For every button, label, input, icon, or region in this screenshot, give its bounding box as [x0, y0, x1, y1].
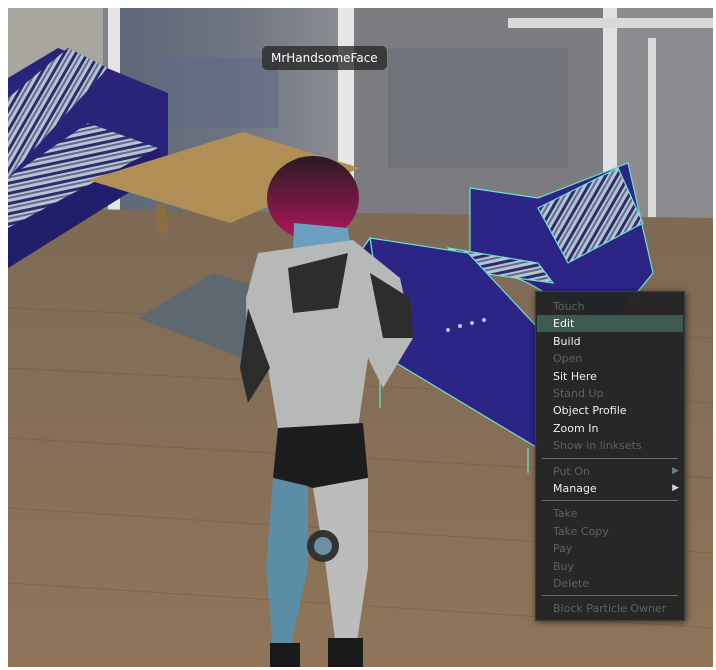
menu-item-label: Stand Up	[553, 387, 604, 400]
menu-item-show-in-linksets[interactable]: Show in linksets	[537, 437, 683, 454]
submenu-arrow-icon: ▶	[672, 483, 679, 493]
menu-item-label: Edit	[553, 317, 575, 331]
menu-item-object-profile[interactable]: Object Profile	[537, 402, 683, 419]
menu-item-pay[interactable]: Pay	[537, 540, 683, 557]
menu-item-delete[interactable]: Delete	[537, 575, 683, 592]
menu-item-label: Block Particle Owner	[553, 602, 667, 616]
menu-separator	[542, 500, 678, 502]
menu-item-label: Build	[553, 334, 581, 348]
menu-item-manage[interactable]: Manage ▶	[537, 480, 683, 497]
object-context-menu[interactable]: Touch Edit Build Open Sit Here Stand Up Object…	[535, 291, 685, 621]
menu-separator	[542, 595, 678, 597]
menu-item-take-copy[interactable]: Take Copy	[537, 523, 683, 540]
menu-item-label: Buy	[553, 559, 575, 573]
menu-item-edit[interactable]: Edit	[537, 315, 683, 333]
menu-item-touch[interactable]: Touch	[537, 298, 683, 315]
menu-separator	[542, 457, 678, 459]
menu-item-block-particle-owner[interactable]: Block Particle Owner	[537, 600, 683, 617]
menu-item-label: Object Profile	[553, 404, 627, 418]
menu-item-label: Open	[553, 352, 583, 366]
menu-item-sit-here[interactable]: Sit Here	[537, 368, 683, 385]
menu-item-put-on[interactable]: Put On ▶	[537, 463, 683, 480]
menu-item-take[interactable]: Take	[537, 505, 683, 522]
menu-item-zoom-in[interactable]: Zoom In	[537, 420, 683, 437]
menu-item-label: Manage	[553, 482, 597, 495]
avatar-name-tag: MrHandsomeFace	[262, 46, 387, 70]
submenu-arrow-icon: ▶	[672, 465, 679, 476]
menu-item-label: Sit Here	[553, 369, 597, 383]
menu-item-buy[interactable]: Buy	[537, 558, 683, 575]
menu-item-label: Take Copy	[553, 524, 609, 538]
menu-item-label: Take	[553, 507, 578, 521]
menu-item-open[interactable]: Open	[537, 350, 683, 367]
3d-viewport[interactable]: MrHandsomeFace Touch Edit Build Open Sit Her…	[8, 8, 713, 667]
menu-item-label: Delete	[553, 577, 590, 590]
menu-item-stand-up[interactable]: Stand Up	[537, 385, 683, 402]
menu-item-build[interactable]: Build	[537, 333, 683, 350]
menu-item-label: Pay	[553, 542, 573, 556]
menu-item-label: Show in linksets	[553, 439, 642, 453]
menu-item-label: Put On	[553, 464, 590, 478]
menu-item-label: Zoom In	[553, 421, 599, 435]
menu-item-label: Touch	[553, 300, 585, 313]
